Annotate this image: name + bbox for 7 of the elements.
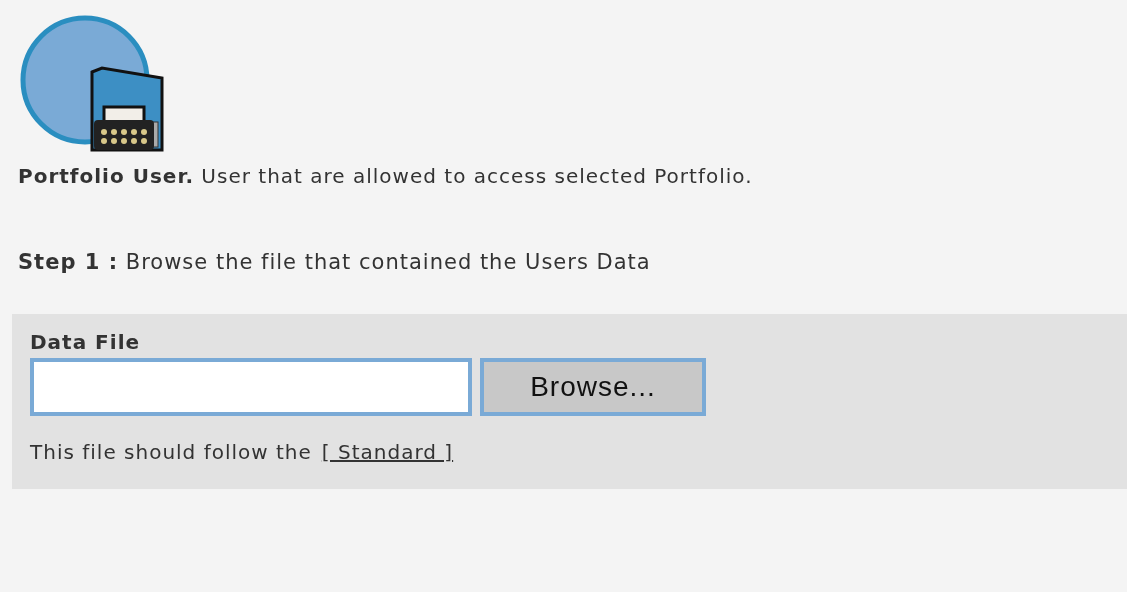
- format-note: This file should follow the [ Standard ]: [30, 440, 454, 464]
- field-label: Data File: [30, 330, 141, 354]
- file-path-field[interactable]: [30, 358, 472, 416]
- page-heading: Portfolio User. User that are allowed to access selected Portfolio.: [18, 164, 754, 188]
- step-heading: Step 1 : Browse the file that contained the Users Data: [18, 250, 652, 274]
- browse-button[interactable]: Browse...: [480, 358, 706, 416]
- standard-link[interactable]: [ Standard ]: [321, 440, 454, 464]
